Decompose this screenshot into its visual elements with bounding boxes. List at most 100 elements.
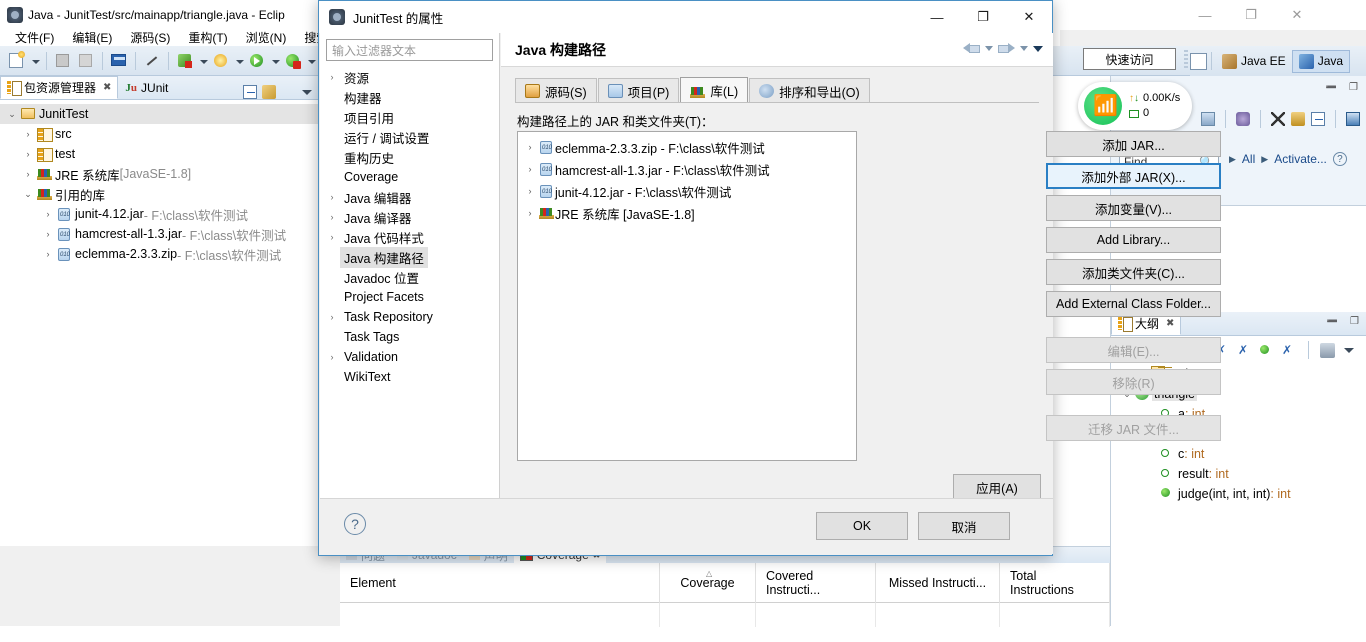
filter-icon[interactable]	[1201, 112, 1215, 126]
dialog-tree-item-run-debug-settings[interactable]: 运行 / 调试设置	[320, 127, 499, 147]
twisty-icon[interactable]: ›	[522, 186, 538, 196]
tab-libraries[interactable]: 库(L)	[680, 77, 749, 103]
tree-item-junit-jar[interactable]: › junit-4.12.jar - F:\class\软件测试	[0, 204, 339, 224]
menu-navigate[interactable]: 浏览(N)	[237, 27, 296, 48]
open-perspective-icon[interactable]	[1190, 52, 1207, 70]
dialog-tree-item-java-code-style[interactable]: › Java 代码样式	[320, 227, 499, 247]
menu-file[interactable]: 文件(F)	[6, 27, 63, 48]
toggle-mark-occurrences-icon[interactable]	[141, 50, 163, 72]
network-speed-widget[interactable]: 📶 ↑↓ 0.00K/s 0	[1078, 82, 1192, 130]
dialog-tree-item-coverage[interactable]: Coverage	[320, 167, 499, 187]
toolbar-drag-handle[interactable]	[1184, 50, 1188, 68]
collapse-all-icon[interactable]	[243, 85, 257, 99]
window-maximize-button[interactable]: ❐	[1228, 0, 1274, 30]
new-dropdown-caret-icon[interactable]	[29, 50, 41, 72]
column-header-missed-instructions[interactable]: Missed Instructi...	[876, 562, 1000, 603]
outline-item-field-result[interactable]: result : int	[1111, 464, 1366, 484]
dialog-tree-item-project-references[interactable]: 项目引用	[320, 107, 499, 127]
minimize-icon[interactable]: ➖	[1327, 316, 1338, 327]
view-menu-icon[interactable]	[300, 85, 314, 99]
forward-arrow-icon[interactable]	[998, 41, 1015, 55]
debug-people-icon[interactable]	[1291, 112, 1305, 126]
edit-button[interactable]: 编辑(E)...	[1046, 337, 1221, 363]
column-header-total-instructions[interactable]: Total Instructions	[1000, 562, 1110, 603]
tree-item-eclemma-zip[interactable]: › eclemma-2.3.3.zip - F:\class\软件测试	[0, 244, 339, 264]
twisty-icon[interactable]: ›	[324, 72, 340, 82]
menu-refactor[interactable]: 重构(T)	[179, 27, 236, 48]
view-menu-icon[interactable]	[1342, 343, 1357, 358]
menu-source[interactable]: 源码(S)	[121, 27, 179, 48]
tree-item-referenced-libraries[interactable]: ⌄ 引用的库	[0, 184, 339, 204]
tree-item-src[interactable]: › src	[0, 124, 339, 144]
twisty-icon[interactable]: ›	[20, 149, 36, 159]
link-icon[interactable]	[1236, 112, 1250, 126]
cancel-button[interactable]: 取消	[918, 512, 1010, 540]
focus-icon[interactable]	[281, 85, 295, 99]
window-minimize-button[interactable]: —	[1182, 0, 1228, 30]
twisty-icon[interactable]: ›	[20, 169, 36, 179]
filter-input[interactable]: 输入过滤器文本	[326, 39, 493, 61]
run-icon[interactable]	[246, 50, 268, 72]
dialog-tree-item-java-build-path[interactable]: Java 构建路径	[320, 246, 499, 268]
tab-package-explorer[interactable]: 包资源管理器 ✖	[0, 76, 119, 99]
twisty-icon[interactable]: ›	[324, 192, 340, 202]
hide-nonpublic-icon[interactable]	[1260, 343, 1275, 358]
add-library-button[interactable]: Add Library...	[1046, 227, 1221, 253]
tab-projects[interactable]: 项目(P)	[597, 78, 680, 103]
forward-chevron-down-icon[interactable]	[1019, 41, 1029, 55]
twisty-icon[interactable]: ›	[324, 312, 340, 322]
remove-button[interactable]: 移除(R)	[1046, 369, 1221, 395]
coverage-icon[interactable]	[282, 50, 304, 72]
window-close-button[interactable]: ✕	[1274, 0, 1320, 30]
tab-junit[interactable]: Ju JUnit	[118, 76, 175, 99]
dialog-tree-item-task-repository[interactable]: › Task Repository	[320, 307, 499, 327]
twisty-icon[interactable]: ⌄	[20, 189, 36, 200]
add-external-class-folder-button[interactable]: Add External Class Folder...	[1046, 291, 1221, 317]
help-icon[interactable]: ?	[344, 513, 366, 535]
jar-list-item-junit[interactable]: › junit-4.12.jar - F:\class\软件测试	[518, 180, 856, 202]
jar-list-item-jre-system-library[interactable]: › JRE 系统库 [JavaSE-1.8]	[518, 202, 856, 224]
twisty-icon[interactable]: ›	[324, 232, 340, 242]
external-tools-caret-icon[interactable]	[197, 50, 209, 72]
jar-list-item-eclemma[interactable]: › eclemma-2.3.3.zip - F:\class\软件测试	[518, 136, 856, 158]
twisty-icon[interactable]: ›	[40, 209, 56, 219]
perspective-java[interactable]: Java	[1291, 49, 1351, 73]
dialog-close-button[interactable]: ✕	[1006, 1, 1052, 33]
hide-static-icon[interactable]: ✗	[1238, 343, 1253, 358]
column-header-covered-instructions[interactable]: Covered Instructi...	[756, 562, 876, 603]
twisty-icon[interactable]: ›	[522, 142, 538, 152]
dialog-tree-item-task-tags[interactable]: Task Tags	[320, 327, 499, 347]
dialog-tree-item-wikitext[interactable]: WikiText	[320, 367, 499, 387]
apply-button[interactable]: 应用(A)	[953, 474, 1041, 500]
quick-access-input[interactable]: 快速访问	[1083, 48, 1176, 70]
link-activate[interactable]: Activate...	[1274, 152, 1327, 166]
dialog-maximize-button[interactable]: ❐	[960, 1, 1006, 33]
new-file-icon[interactable]	[6, 50, 28, 72]
save-icon[interactable]	[52, 50, 74, 72]
tree-item-jre-system-library[interactable]: › JRE 系统库 [JavaSE-1.8]	[0, 164, 339, 184]
dialog-tree-item-java-editor[interactable]: › Java 编辑器	[320, 187, 499, 207]
migrate-jar-button[interactable]: 迁移 JAR 文件...	[1046, 415, 1221, 441]
collapse-icon[interactable]	[1311, 112, 1325, 126]
debug-caret-icon[interactable]	[233, 50, 245, 72]
coverage-caret-icon[interactable]	[305, 50, 317, 72]
debug-icon[interactable]	[210, 50, 232, 72]
refresh-icon[interactable]	[1346, 112, 1360, 126]
jar-list-item-hamcrest[interactable]: › hamcrest-all-1.3.jar - F:\class\软件测试	[518, 158, 856, 180]
console-icon[interactable]	[108, 50, 130, 72]
dialog-tree-item-resource[interactable]: › 资源	[320, 67, 499, 87]
back-arrow-icon[interactable]	[963, 41, 980, 55]
add-variable-button[interactable]: 添加变量(V)...	[1046, 195, 1221, 221]
outline-item-method-judge[interactable]: judge(int, int, int) : int	[1111, 484, 1366, 504]
focus-icon[interactable]	[1320, 342, 1335, 358]
add-jar-button[interactable]: 添加 JAR...	[1046, 131, 1221, 157]
dialog-tree-item-project-facets[interactable]: Project Facets	[320, 287, 499, 307]
back-chevron-down-icon[interactable]	[984, 41, 994, 55]
twisty-icon[interactable]: ›	[324, 212, 340, 222]
link-with-editor-icon[interactable]	[262, 85, 276, 99]
help-icon[interactable]: ?	[1332, 152, 1347, 166]
twisty-icon[interactable]: ›	[40, 229, 56, 239]
external-tools-icon[interactable]	[174, 50, 196, 72]
outline-item-field-c[interactable]: c : int	[1111, 444, 1366, 464]
minimize-icon[interactable]: ➖	[1326, 82, 1337, 93]
